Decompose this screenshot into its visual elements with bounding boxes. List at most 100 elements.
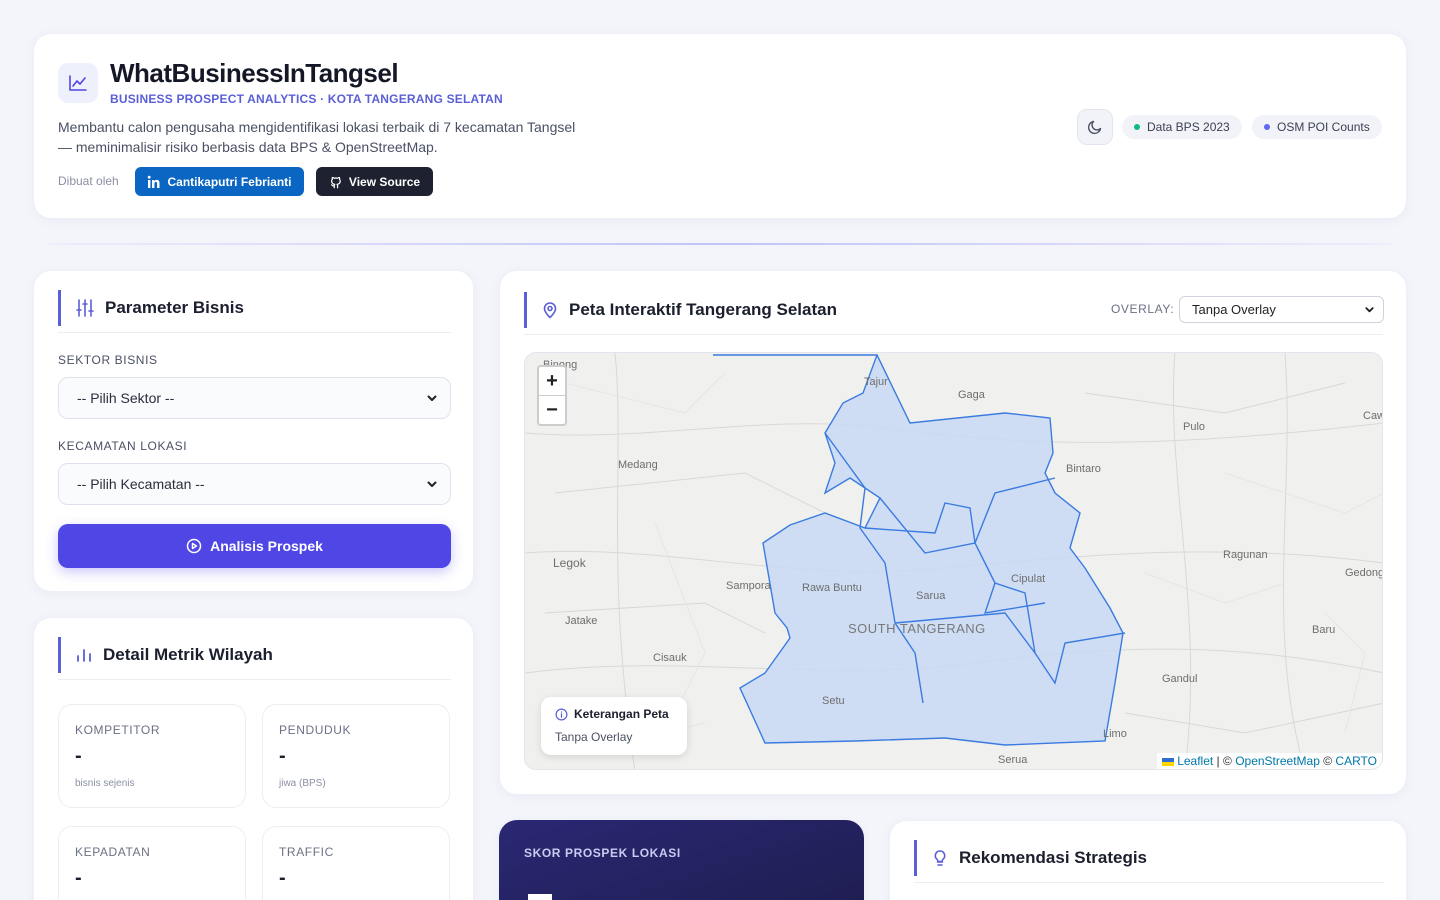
- header-card: WhatBusinessInTangsel BUSINESS PROSPECT …: [33, 33, 1407, 219]
- app-title: WhatBusinessInTangsel: [110, 58, 399, 88]
- place-label: Sampora: [726, 580, 771, 592]
- ukraine-flag-icon: [1161, 757, 1174, 766]
- attribution-separator: ©: [1319, 754, 1336, 768]
- carto-link[interactable]: CARTO: [1335, 754, 1377, 768]
- zoom-out-button[interactable]: −: [539, 396, 565, 425]
- status-badge-bps: Data BPS 2023: [1122, 115, 1242, 139]
- app-description: Membantu calon pengusaha mengidentifikas…: [58, 119, 576, 155]
- view-source-button[interactable]: View Source: [316, 167, 433, 196]
- place-label: Legok: [553, 556, 586, 570]
- bar-chart-icon: [77, 649, 91, 662]
- metric-card-competitor: KOMPETITOR - bisnis sejenis: [58, 704, 246, 808]
- place-label: Baru: [1312, 624, 1336, 636]
- metric-label: TRAFFIC: [279, 845, 334, 859]
- map-pin-icon: [543, 302, 557, 319]
- metric-label: KEPADATAN: [75, 845, 151, 859]
- parameter-panel: Parameter Bisnis SEKTOR BISNIS -- Pilih …: [33, 270, 474, 592]
- sector-select-value: -- Pilih Sektor --: [77, 390, 175, 406]
- author-button-label: Cantikaputri Febrianti: [167, 174, 292, 189]
- legend-value: Tanpa Overlay: [555, 730, 633, 744]
- metric-card-density: KEPADATAN -: [58, 826, 246, 900]
- recommendation-title: Rekomendasi Strategis: [959, 848, 1148, 867]
- analyze-button[interactable]: Analisis Prospek: [58, 524, 451, 568]
- parameter-header: Parameter Bisnis: [58, 290, 244, 326]
- place-label: Sarua: [916, 590, 946, 602]
- github-icon: [330, 176, 341, 188]
- map-attribution: Leaflet | © OpenStreetMap © CARTO: [1156, 753, 1382, 769]
- source-button-label: View Source: [348, 174, 421, 189]
- lightbulb-icon: [934, 850, 946, 866]
- status-badge-osm: OSM POI Counts: [1252, 115, 1382, 139]
- osm-link[interactable]: OpenStreetMap: [1235, 754, 1320, 768]
- metrics-header: Detail Metrik Wilayah: [58, 637, 273, 673]
- district-label: KECAMATAN LOKASI: [58, 439, 188, 453]
- theme-toggle-button[interactable]: [1077, 109, 1113, 145]
- place-label: Gandul: [1162, 673, 1198, 685]
- score-title: SKOR PROSPEK LOKASI: [524, 846, 681, 860]
- place-label: Medang: [618, 459, 658, 471]
- place-label: Limo: [1103, 728, 1127, 740]
- header-divider: [58, 679, 451, 680]
- place-label: Gaga: [958, 389, 985, 401]
- section-divider: [48, 243, 1392, 245]
- sliders-icon: [76, 299, 94, 317]
- score-card: SKOR PROSPEK LOKASI: [499, 820, 864, 900]
- map-panel: Peta Interaktif Tangerang Selatan OVERLA…: [499, 270, 1407, 795]
- linkedin-icon: [148, 175, 160, 188]
- attribution-separator: | ©: [1213, 754, 1236, 768]
- metric-value: -: [75, 745, 82, 767]
- interactive-map[interactable]: Binong Tajur Gaga Caw Pulo Medang Bintar…: [524, 352, 1383, 770]
- metrics-panel: Detail Metrik Wilayah KOMPETITOR - bisni…: [33, 617, 474, 900]
- place-label: Gedong: [1345, 567, 1383, 579]
- parameter-title: Parameter Bisnis: [105, 298, 244, 317]
- metric-label: PENDUDUK: [279, 723, 352, 737]
- place-label: Bintaro: [1066, 463, 1101, 475]
- place-label: Ragunan: [1223, 549, 1268, 561]
- place-label: Jatake: [565, 615, 598, 627]
- metric-label: KOMPETITOR: [75, 723, 161, 737]
- metric-sub: bisnis sejenis: [75, 778, 135, 789]
- score-placeholder: [528, 894, 552, 900]
- place-label: Tajur: [864, 376, 888, 388]
- badge-label: Data BPS 2023: [1147, 120, 1230, 134]
- header-divider: [58, 332, 451, 333]
- chevron-down-icon: [1365, 307, 1374, 313]
- app-subtitle: BUSINESS PROSPECT ANALYTICS · KOTA TANGE…: [110, 92, 503, 106]
- metric-card-population: PENDUDUK - jiwa (BPS): [262, 704, 450, 808]
- legend-header: Keterangan Peta: [555, 707, 669, 721]
- moon-icon: [1087, 120, 1102, 135]
- district-select-value: -- Pilih Kecamatan --: [77, 476, 205, 492]
- chart-line-icon: [58, 63, 98, 103]
- chevron-down-icon: [427, 481, 437, 487]
- place-label: Caw: [1363, 410, 1383, 422]
- author-linkedin-button[interactable]: Cantikaputri Febrianti: [135, 167, 304, 196]
- recommendation-panel: Rekomendasi Strategis: [889, 820, 1407, 900]
- recommendation-header: Rekomendasi Strategis: [914, 840, 1147, 876]
- place-label: Pulo: [1183, 421, 1206, 433]
- metric-value: -: [279, 867, 286, 889]
- badge-label: OSM POI Counts: [1277, 120, 1370, 134]
- place-label: Setu: [822, 695, 845, 707]
- status-dot-icon: [1264, 124, 1270, 130]
- sector-select[interactable]: -- Pilih Sektor --: [58, 377, 451, 419]
- info-icon: [555, 708, 568, 720]
- map-legend: Keterangan Peta Tanpa Overlay: [541, 697, 687, 755]
- sector-label: SEKTOR BISNIS: [58, 353, 158, 367]
- leaflet-link[interactable]: Leaflet: [1177, 754, 1213, 768]
- analyze-button-label: Analisis Prospek: [210, 538, 323, 554]
- overlay-select[interactable]: Tanpa Overlay: [1179, 296, 1384, 323]
- place-label: Cisauk: [653, 652, 687, 664]
- legend-title: Keterangan Peta: [574, 707, 669, 721]
- metrics-title: Detail Metrik Wilayah: [103, 645, 273, 664]
- map-title: Peta Interaktif Tangerang Selatan: [569, 300, 837, 319]
- overlay-label: OVERLAY:: [1111, 302, 1175, 316]
- place-label: Cipulat: [1011, 573, 1046, 585]
- zoom-in-button[interactable]: +: [539, 367, 565, 396]
- metric-value: -: [75, 867, 82, 889]
- place-label: Serua: [998, 754, 1028, 766]
- map-header: Peta Interaktif Tangerang Selatan: [524, 292, 837, 328]
- place-label: Rawa Buntu: [802, 582, 862, 594]
- status-dot-icon: [1134, 124, 1140, 130]
- metric-sub: jiwa (BPS): [279, 778, 326, 789]
- district-select[interactable]: -- Pilih Kecamatan --: [58, 463, 451, 505]
